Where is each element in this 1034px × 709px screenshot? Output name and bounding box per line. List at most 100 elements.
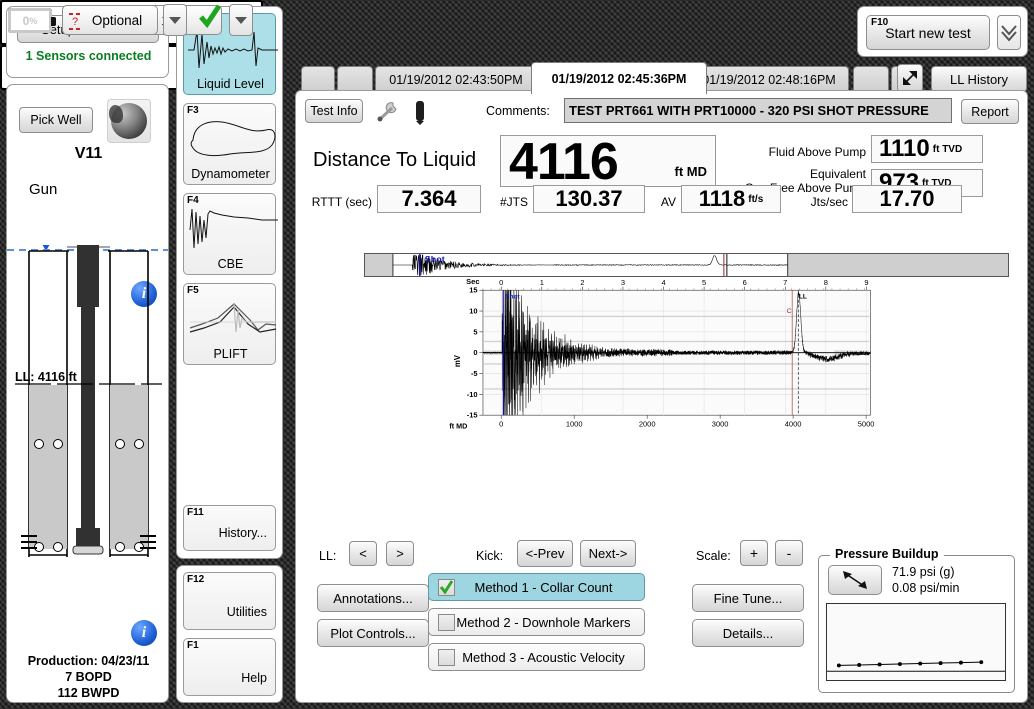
- resize-icon[interactable]: [897, 64, 923, 92]
- fine-tune-button[interactable]: Fine Tune...: [692, 584, 804, 612]
- wrench-icon[interactable]: [376, 101, 400, 123]
- method-1-option[interactable]: Method 1 - Collar Count: [428, 573, 645, 601]
- ll-nav-label: LL:: [319, 549, 336, 563]
- ll-next-button[interactable]: >: [386, 541, 414, 566]
- fkey-dynamometer[interactable]: F3 Dynamometer: [183, 103, 276, 185]
- liquid-level-marker-label: LL: 4116 ft: [15, 370, 78, 384]
- production-water: 112 BWPD: [7, 685, 169, 701]
- fkey-label-cbe: CBE: [184, 257, 277, 271]
- fkey-label-history: History...: [184, 526, 277, 540]
- jts-box: 130.37: [533, 185, 645, 213]
- check-icon: [197, 4, 223, 28]
- pressure-buildup-chart: [826, 603, 1006, 681]
- function-key-panel-bottom: F12 Utilities F1 Help: [176, 565, 283, 703]
- production-date: Production: 04/23/11: [7, 653, 169, 669]
- fkey-history[interactable]: F11 History...: [183, 505, 276, 551]
- tab-test-1[interactable]: 01/19/2012 02:45:36PM: [531, 62, 707, 94]
- ll-history-button[interactable]: LL History: [931, 66, 1027, 92]
- sensor2-select-button[interactable]: ? Optional: [62, 5, 158, 35]
- fkey-label-liquid-level: Liquid Level: [184, 77, 277, 91]
- pick-well-button[interactable]: Pick Well: [19, 107, 93, 133]
- svg-text:0: 0: [473, 348, 477, 357]
- plot-controls-button[interactable]: Plot Controls...: [317, 619, 429, 647]
- scale-increase-button[interactable]: +: [740, 540, 768, 566]
- acoustic-trace-chart[interactable]: Sec ft MD mV 012345678901000200030004000…: [304, 277, 1020, 432]
- svg-text:4000: 4000: [785, 420, 802, 429]
- kick-next-button[interactable]: Next->: [580, 540, 636, 567]
- kick-nav-label: Kick:: [476, 549, 503, 563]
- svg-text:0: 0: [499, 278, 503, 287]
- svg-text:?: ?: [72, 16, 78, 28]
- function-key-panel-top: F2 Liquid Level F3 Dynamometer F4 CBE F5…: [176, 6, 283, 559]
- method-3-option[interactable]: Method 3 - Acoustic Velocity: [428, 643, 645, 671]
- svg-text:9: 9: [864, 278, 868, 287]
- globe-icon[interactable]: [107, 99, 151, 143]
- svg-text:Shot: Shot: [505, 294, 520, 301]
- tab-stub-left-1[interactable]: [301, 66, 335, 92]
- fkey-plift[interactable]: F5 PLIFT: [183, 283, 276, 365]
- distance-to-liquid-value: 4116: [509, 132, 618, 192]
- scale-decrease-button[interactable]: -: [775, 540, 803, 566]
- well-panel: Pick Well V11 Gun i i LL: 4116 ft: [6, 84, 169, 703]
- av-box: 1118 ft/s: [681, 185, 781, 213]
- pressure-buildup-pressure: 71.9 psi (g): [892, 565, 955, 579]
- diagonal-arrow-icon: [840, 569, 870, 591]
- fkey-code-f1: F1: [187, 640, 199, 651]
- rttt-value: 7.364: [401, 186, 456, 212]
- pressure-buildup-expand-button[interactable]: [828, 565, 882, 595]
- svg-text:-15: -15: [467, 411, 478, 420]
- method-2-option[interactable]: Method 2 - Downhole Markers: [428, 608, 645, 636]
- rttt-label: RTTT (sec): [306, 195, 372, 209]
- svg-text:5: 5: [702, 278, 706, 287]
- svg-text:-10: -10: [467, 390, 478, 399]
- method-2-checkbox[interactable]: [438, 614, 455, 631]
- fkey-label-utilities: Utilities: [184, 605, 277, 619]
- chart-xlabel-bottom: ft MD: [449, 421, 467, 430]
- sensor2-dropdown-button[interactable]: [163, 4, 187, 36]
- start-new-test-button[interactable]: F10 Start new test: [866, 15, 990, 50]
- kick-prev-button[interactable]: <-Prev: [517, 540, 573, 567]
- tab-test-2[interactable]: 01/19/2012 02:48:16PM: [689, 66, 849, 92]
- fkey-label-dynamometer: Dynamometer: [184, 167, 277, 181]
- gun-label: Gun: [29, 181, 57, 198]
- comments-field[interactable]: TEST PRT661 WITH PRT10000 - 320 PSI SHOT…: [564, 98, 952, 123]
- tab-stub-left-2[interactable]: [337, 66, 373, 92]
- chart-ylabel: mV: [453, 354, 462, 367]
- method-3-label: Method 3 - Acoustic Velocity: [455, 650, 644, 665]
- check-icon: [439, 580, 454, 594]
- fkey-code-f3: F3: [187, 105, 199, 116]
- fkey-code-f12: F12: [187, 574, 204, 585]
- av-label: AV: [650, 195, 676, 209]
- chevron-down-icon[interactable]: [997, 15, 1021, 50]
- chart-xlabel-top: Sec: [466, 277, 479, 286]
- fluid-above-pump-value: 1110: [879, 135, 930, 163]
- svg-text:6: 6: [743, 278, 747, 287]
- report-button[interactable]: Report: [961, 99, 1019, 124]
- distance-to-liquid-value-box: 4116 ft MD: [500, 135, 716, 187]
- fluid-above-pump-box: 1110 ft TVD: [871, 135, 983, 163]
- method-1-checkbox[interactable]: [438, 579, 455, 596]
- rttt-box: 7.364: [377, 185, 481, 213]
- annotations-button[interactable]: Annotations...: [317, 584, 429, 612]
- svg-text:8: 8: [824, 278, 828, 287]
- method-3-checkbox[interactable]: [438, 649, 455, 666]
- details-button[interactable]: Details...: [692, 619, 804, 647]
- pen-icon[interactable]: [408, 99, 432, 125]
- wellbore-diagram: LL: 4116 ft: [7, 245, 169, 625]
- trace-overview-strip[interactable]: Shot: [364, 253, 1009, 277]
- svg-text:10: 10: [469, 306, 477, 315]
- fkey-utilities[interactable]: F12 Utilities: [183, 572, 276, 630]
- ll-prev-button[interactable]: <: [349, 541, 377, 566]
- fkey-help[interactable]: F1 Help: [183, 638, 276, 696]
- cbe-thumbnail-icon: [188, 208, 278, 250]
- test-info-button[interactable]: Test Info: [305, 99, 363, 123]
- start-test-label: Start new test: [885, 25, 971, 41]
- svg-text:5: 5: [473, 327, 477, 336]
- svg-text:5000: 5000: [858, 420, 875, 429]
- tab-stub-right-1[interactable]: [853, 66, 889, 92]
- distance-to-liquid-label: Distance To Liquid: [313, 149, 476, 172]
- sensor2-battery-unit: %: [29, 16, 37, 26]
- sensor1-dropdown-button[interactable]: [229, 4, 253, 36]
- tab-test-0[interactable]: 01/19/2012 02:43:50PM: [375, 66, 537, 92]
- fkey-cbe[interactable]: F4 CBE: [183, 193, 276, 275]
